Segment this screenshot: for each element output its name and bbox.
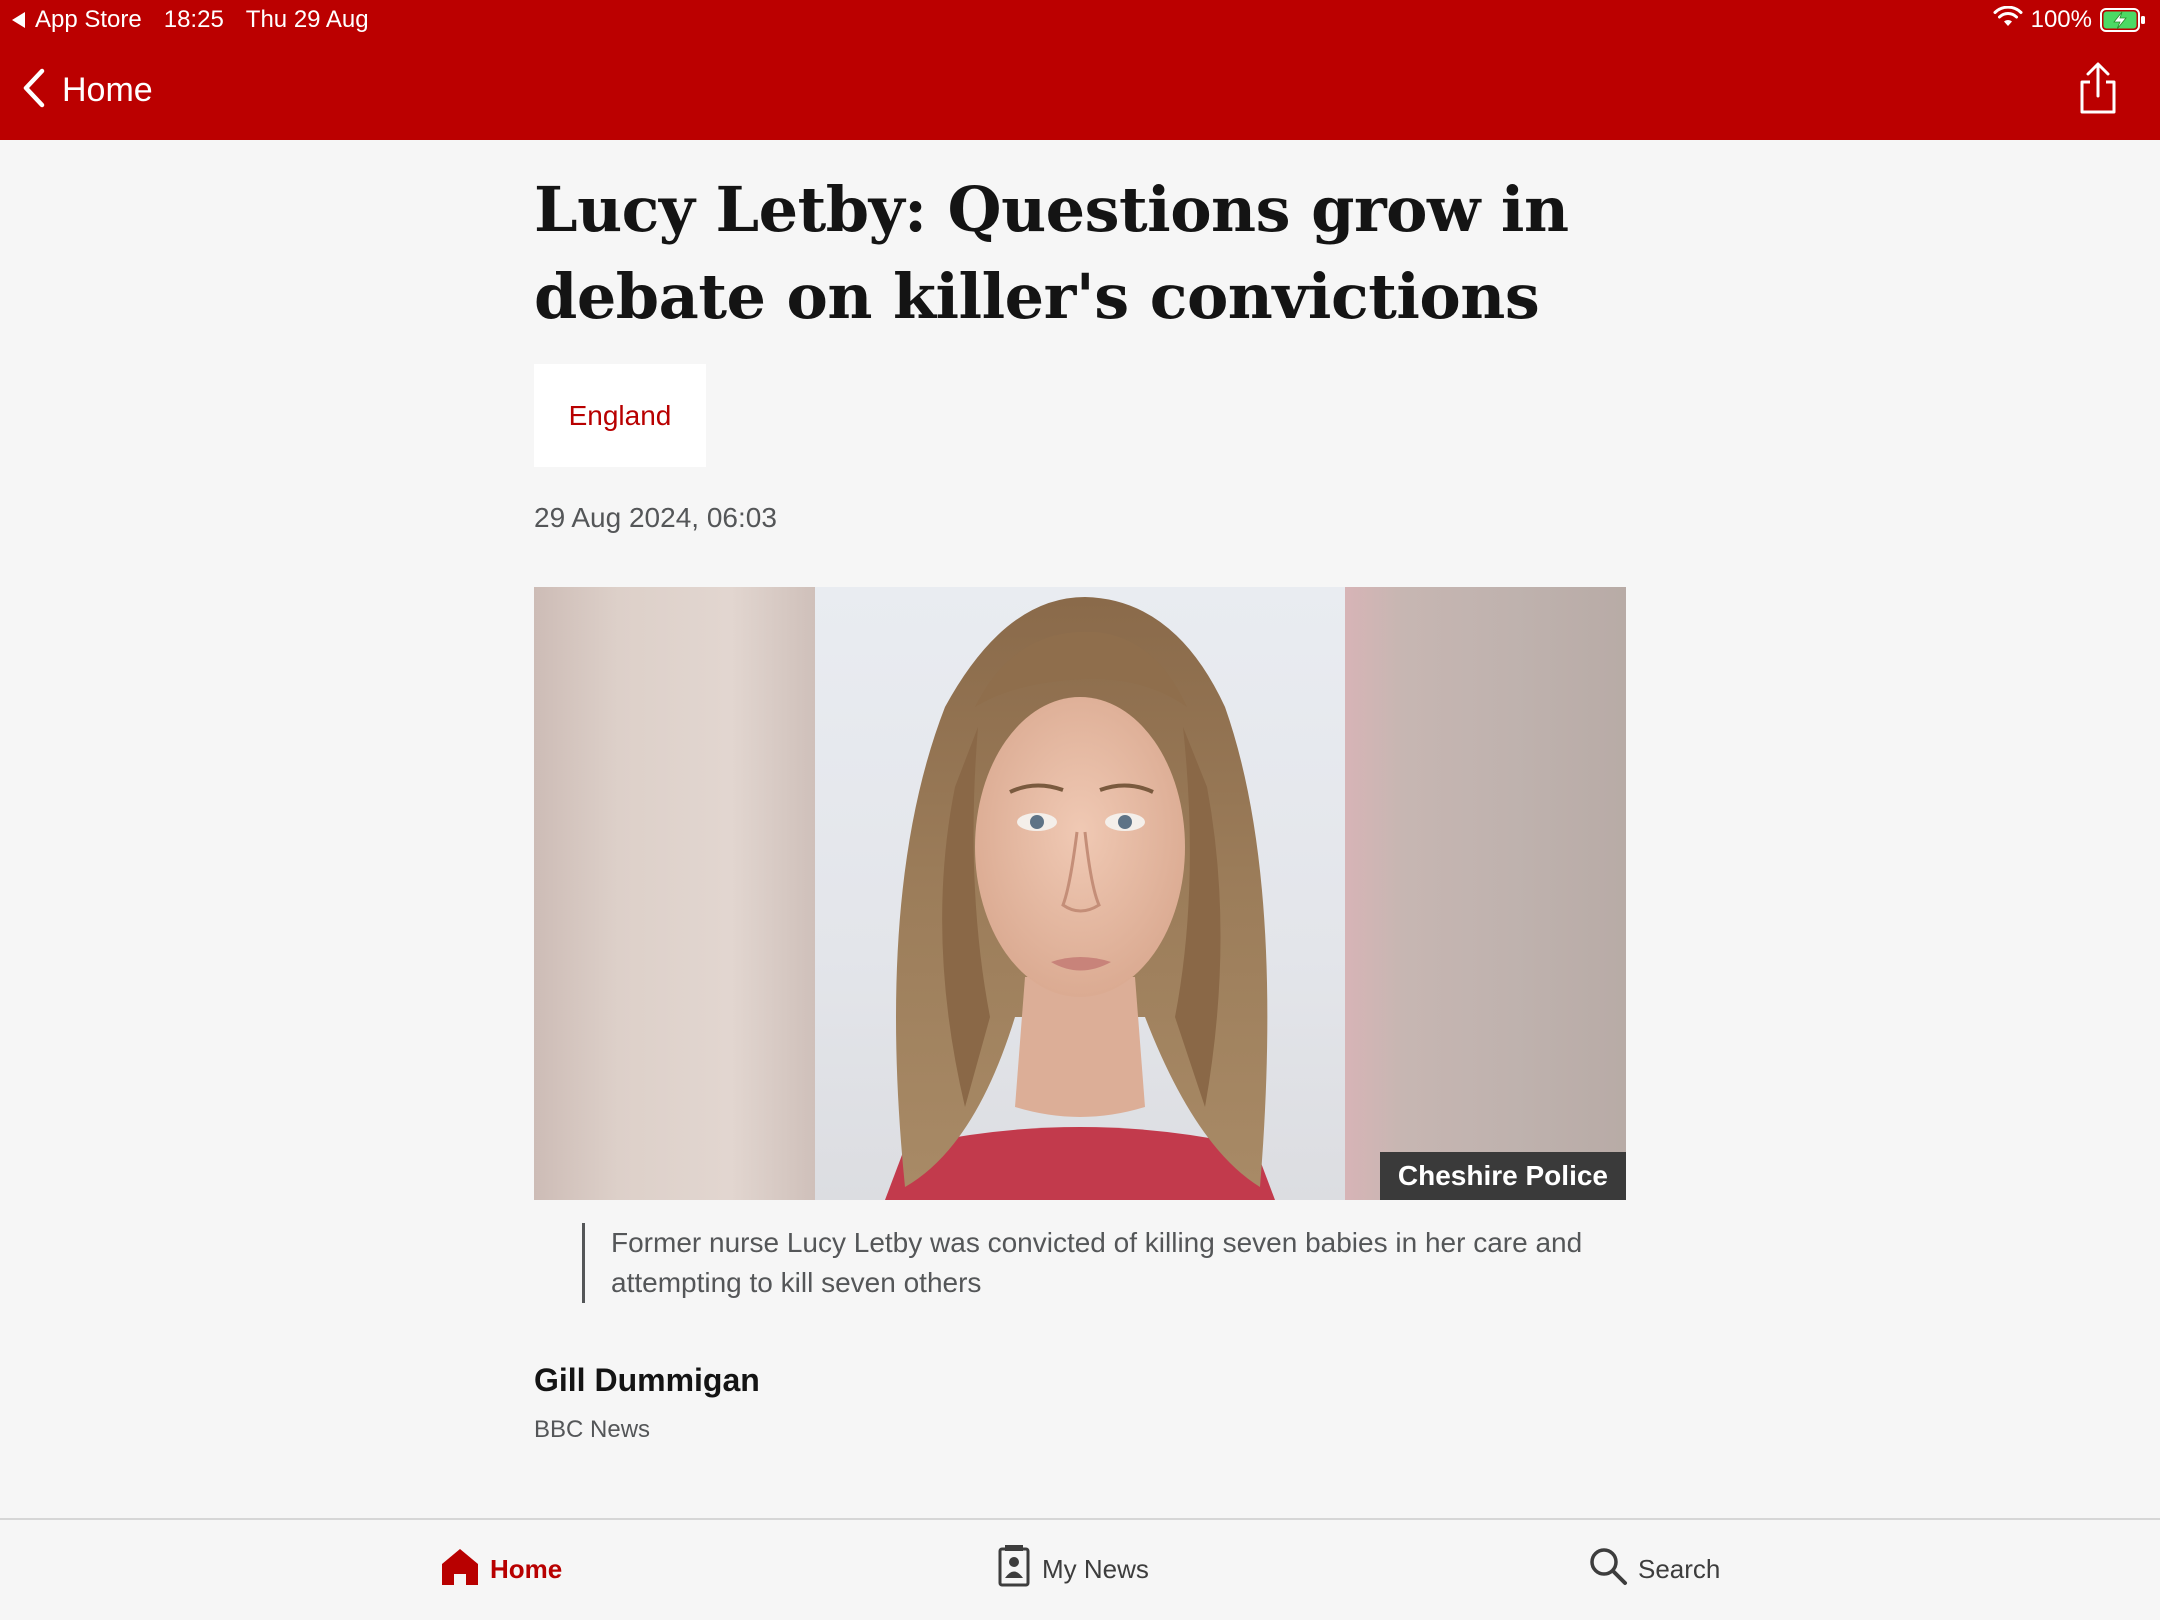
battery-percent: 100%: [2030, 6, 2092, 33]
article-timestamp: 29 Aug 2024, 06:03: [534, 502, 777, 533]
back-button[interactable]: Home: [22, 64, 153, 116]
back-to-app-label[interactable]: App Store: [35, 6, 142, 34]
image-blurred-right: [1345, 587, 1626, 1200]
tab-bar: Home My News Search: [0, 1518, 2160, 1620]
battery-charging-icon: [2100, 8, 2146, 32]
wifi-icon: [1993, 5, 2023, 35]
back-to-app-icon[interactable]: [12, 12, 25, 28]
chevron-left-icon: [22, 68, 46, 113]
topic-link[interactable]: England: [534, 364, 706, 467]
app-header: App Store 18:25 Thu 29 Aug 100% Home: [0, 0, 2160, 140]
article-image: Cheshire Police: [534, 587, 1626, 1200]
byline-author: Gill Dummigan: [534, 1362, 760, 1398]
image-blurred-left: [534, 587, 815, 1200]
status-bar-left: App Store 18:25 Thu 29 Aug: [12, 4, 369, 36]
status-date: Thu 29 Aug: [245, 6, 369, 33]
share-button[interactable]: [2076, 62, 2120, 116]
article-headline: Lucy Letby: Questions grow in debate on …: [534, 173, 1569, 333]
byline-organisation: BBC News: [534, 1416, 651, 1443]
tab-my-news-label: My News: [1042, 1553, 1149, 1584]
back-button-label: Home: [62, 70, 153, 109]
search-icon: [1588, 1546, 1628, 1593]
tab-home[interactable]: Home: [440, 1546, 562, 1592]
tab-search[interactable]: Search: [1588, 1546, 1720, 1592]
image-caption: Former nurse Lucy Letby was convicted of…: [582, 1223, 1592, 1303]
tab-home-label: Home: [490, 1553, 563, 1584]
status-time: 18:25: [163, 6, 224, 33]
status-bar-right: 100%: [1993, 4, 2146, 36]
share-icon: [2076, 62, 2120, 120]
my-news-icon: [996, 1544, 1032, 1594]
tab-search-label: Search: [1638, 1553, 1721, 1584]
portrait-photo: [815, 587, 1345, 1200]
image-credit: Cheshire Police: [1379, 1152, 1626, 1200]
tab-my-news[interactable]: My News: [996, 1544, 1149, 1594]
home-icon: [440, 1546, 480, 1593]
